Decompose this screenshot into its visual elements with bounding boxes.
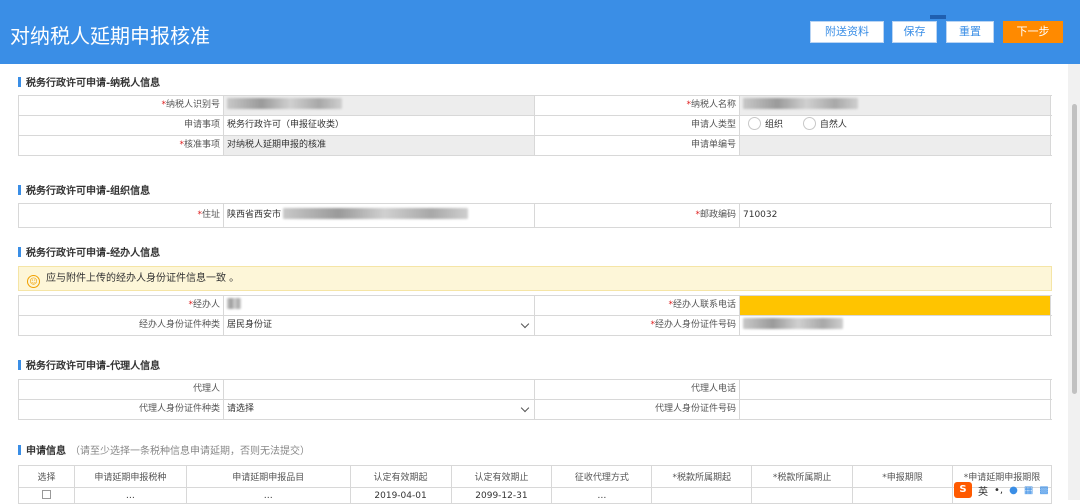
col-valid-to: 认定有效期止 xyxy=(450,465,553,488)
agent-idno-field[interactable] xyxy=(740,316,1051,335)
agent-grid: *经办人 *经办人联系电话 经办人身份证件种类 居民身份证 *经办人身份证件号码 xyxy=(18,295,1052,336)
zip-label: 邮政编码 xyxy=(699,210,736,220)
proxy-phone-label: 代理人电话 xyxy=(535,380,740,399)
col-period-start: *税款所属期起 xyxy=(651,465,753,488)
section-proxy-title: 税务行政许可申请-代理人信息 xyxy=(18,357,160,372)
agent-phone-label: 经办人联系电话 xyxy=(672,300,736,310)
agent-name-field[interactable] xyxy=(224,296,535,315)
proxy-grid: 代理人 代理人电话 代理人身份证件种类 请选择 代理人身份证件号码 xyxy=(18,379,1052,420)
radio-org[interactable] xyxy=(748,117,761,130)
vertical-scrollbar[interactable] xyxy=(1068,64,1080,500)
reset-button[interactable]: 重置 xyxy=(946,21,994,43)
apply-table: 选择 申请延期申报税种 申请延期申报品目 认定有效期起 认定有效期止 征收代理方… xyxy=(18,465,1053,504)
taxpayer-name-label: 纳税人名称 xyxy=(690,100,736,110)
chevron-down-icon xyxy=(520,403,530,413)
agent-idno-label: 经办人身份证件号码 xyxy=(654,320,736,330)
taxpayer-name-field[interactable] xyxy=(740,96,1051,115)
sogou-icon[interactable]: S xyxy=(954,482,972,498)
approve-item-value: 对纳税人延期申报的核准 xyxy=(224,136,535,155)
header-marker xyxy=(930,15,946,19)
col-period-end: *税款所属期止 xyxy=(751,465,854,488)
proxy-idno-label: 代理人身份证件号码 xyxy=(535,400,740,419)
col-deadline: *申报期限 xyxy=(852,465,953,488)
agent-idtype-select[interactable]: 居民身份证 xyxy=(224,316,535,335)
col-tax-item: 申请延期申报品目 xyxy=(185,465,351,488)
agent-name-label: 经办人 xyxy=(192,300,220,310)
proxy-idtype-label: 代理人身份证件种类 xyxy=(19,400,224,419)
save-button[interactable]: 保存 xyxy=(892,21,937,43)
col-select: 选择 xyxy=(18,465,75,488)
doc-number-label: 申请单编号 xyxy=(535,136,740,155)
doc-number-field[interactable] xyxy=(740,136,1051,155)
section-taxpayer-title: 税务行政许可申请-纳税人信息 xyxy=(18,74,160,89)
ime-toolbar[interactable]: S 英 •, ● ▦ ▩ xyxy=(954,480,1064,500)
radio-org-label[interactable]: 组织 xyxy=(765,120,783,130)
taxpayer-grid: *纳税人识别号 *纳税人名称 申请事项 税务行政许可（申报征收类） 申请人类型 … xyxy=(18,95,1052,156)
proxy-idtype-select[interactable]: 请选择 xyxy=(224,400,535,419)
address-field[interactable]: 陕西省西安市 xyxy=(224,204,535,227)
radio-person[interactable] xyxy=(802,117,816,130)
proxy-name-field[interactable] xyxy=(224,380,535,399)
mic-icon[interactable]: ● xyxy=(1009,485,1018,496)
proxy-phone-field[interactable] xyxy=(740,380,1051,399)
apply-hint: （请至少选择一条税种信息申请延期，否则无法提交） xyxy=(70,446,310,457)
approve-item-label: 核准事项 xyxy=(183,140,220,150)
apply-item-label: 申请事项 xyxy=(19,116,224,135)
proxy-name-label: 代理人 xyxy=(19,380,224,399)
row-checkbox[interactable] xyxy=(41,489,51,499)
form-content: 税务行政许可申请-纳税人信息 *纳税人识别号 *纳税人名称 申请事项 税务行政许… xyxy=(0,64,1068,504)
section-agent-title: 税务行政许可申请-经办人信息 xyxy=(18,244,160,259)
header-bar: 对纳税人延期申报核准 附送资料 保存 重置 下一步 xyxy=(0,0,1080,64)
col-valid-from: 认定有效期起 xyxy=(349,465,452,488)
proxy-idno-field[interactable] xyxy=(740,400,1051,419)
page-title: 对纳税人延期申报核准 xyxy=(10,24,210,48)
next-button[interactable]: 下一步 xyxy=(1003,21,1063,43)
address-label: 住址 xyxy=(201,210,220,220)
applicant-type-radios: 组织 自然人 xyxy=(740,116,1051,135)
apply-item-value: 税务行政许可（申报征收类） xyxy=(224,116,535,135)
taxpayer-id-field[interactable] xyxy=(224,96,535,115)
attach-button[interactable]: 附送资料 xyxy=(810,21,884,43)
ime-lang[interactable]: 英 xyxy=(978,483,988,498)
keyboard-icon[interactable]: ▦ xyxy=(1024,485,1033,496)
taxpayer-id-label: 纳税人识别号 xyxy=(165,100,220,110)
agent-phone-field[interactable] xyxy=(740,296,1051,315)
zip-field[interactable]: 710032 xyxy=(740,204,1051,227)
col-collect-mode: 征收代理方式 xyxy=(551,465,653,488)
agent-notice: ☺ 应与附件上传的经办人身份证件信息一致 。 xyxy=(18,266,1052,291)
scrollbar-thumb[interactable] xyxy=(1072,104,1077,394)
org-grid: *住址 陕西省西安市 *邮政编码 710032 xyxy=(18,203,1052,228)
chevron-down-icon xyxy=(520,319,530,329)
table-row: … … 2019-04-01 2099-12-31 … xyxy=(18,487,1053,504)
section-org-title: 税务行政许可申请-组织信息 xyxy=(18,182,150,197)
col-tax-type: 申请延期申报税种 xyxy=(73,465,187,488)
radio-person-label[interactable]: 自然人 xyxy=(820,120,847,130)
section-apply-title: 申请信息 （请至少选择一条税种信息申请延期，否则无法提交） xyxy=(18,442,310,457)
smile-icon: ☺ xyxy=(27,275,40,288)
applicant-type-label: 申请人类型 xyxy=(535,116,740,135)
punct-icon[interactable]: •, xyxy=(994,485,1003,496)
grid-icon[interactable]: ▩ xyxy=(1039,485,1048,496)
apply-table-header: 选择 申请延期申报税种 申请延期申报品目 认定有效期起 认定有效期止 征收代理方… xyxy=(18,465,1053,488)
agent-idtype-label: 经办人身份证件种类 xyxy=(19,316,224,335)
